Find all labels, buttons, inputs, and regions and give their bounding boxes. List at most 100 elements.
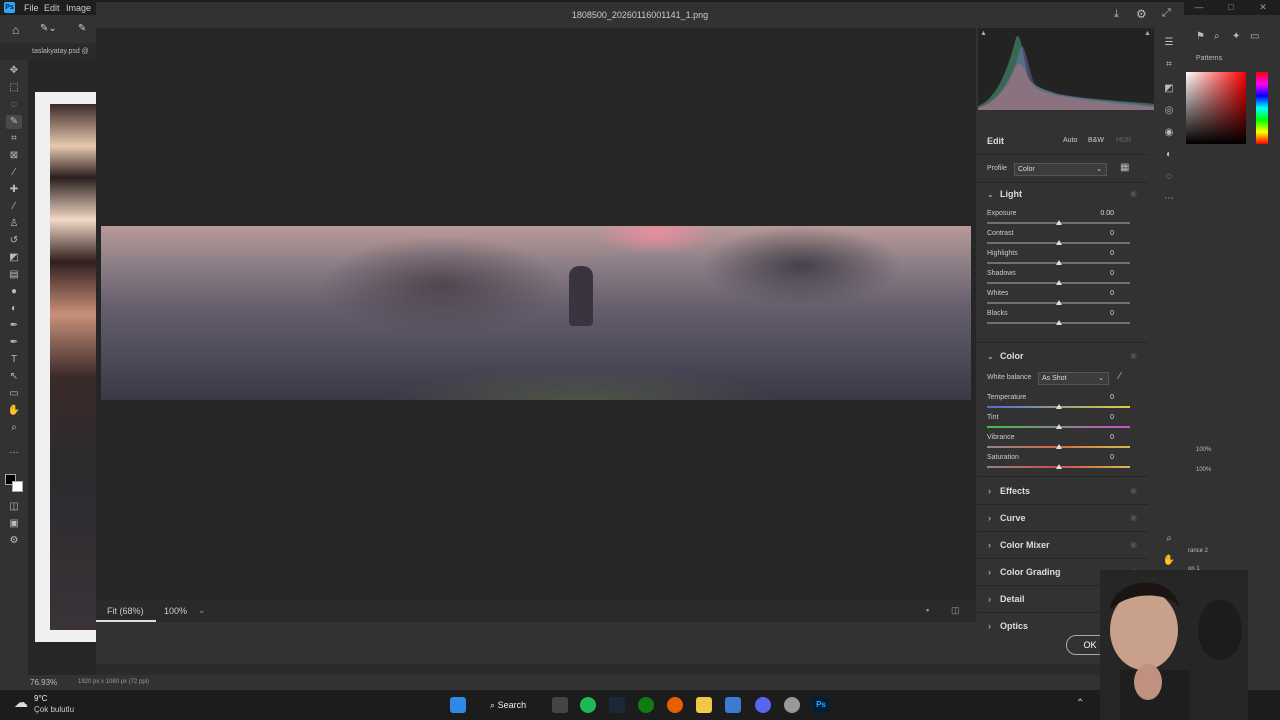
chevron-down-icon[interactable]: ⌄ xyxy=(198,605,206,616)
xbox-icon[interactable] xyxy=(638,697,654,713)
visibility-eye-icon[interactable]: ◉ xyxy=(1130,486,1137,495)
path-select-icon[interactable]: ↖ xyxy=(6,370,22,384)
fill-value[interactable]: 100% xyxy=(1196,467,1211,473)
zoom-icon[interactable]: ⌕ xyxy=(1162,532,1176,546)
search-box[interactable]: ⌕ Search xyxy=(484,696,536,714)
windows-start-icon[interactable] xyxy=(450,697,466,713)
before-after-icon[interactable]: ▪ xyxy=(926,605,929,615)
steam-icon[interactable] xyxy=(609,697,625,713)
settings-gear-icon[interactable]: ⚙ xyxy=(1136,7,1147,21)
chevron-right-icon[interactable]: › xyxy=(988,621,991,631)
contrast-slider-thumb[interactable] xyxy=(1055,240,1062,245)
whites-slider-thumb[interactable] xyxy=(1055,300,1062,305)
brush-tool-icon[interactable]: ⁄ xyxy=(6,200,22,214)
optics-section-title[interactable]: Optics xyxy=(1000,621,1028,631)
more-tools-icon[interactable]: … xyxy=(6,444,22,458)
firefox-icon[interactable] xyxy=(667,697,683,713)
masking-icon[interactable]: ◎ xyxy=(1162,104,1176,118)
hue-slider[interactable] xyxy=(1256,72,1268,144)
eyedropper-tool-icon[interactable]: ⁄ xyxy=(6,166,22,180)
presets-icon[interactable]: ◐ xyxy=(1162,148,1176,162)
weather-icon[interactable]: ☁ xyxy=(14,694,28,711)
brush-icon[interactable]: ✎ xyxy=(78,23,86,34)
quick-mask-icon[interactable]: ◫ xyxy=(6,500,22,514)
zoom-100-button[interactable]: 100% xyxy=(164,606,187,616)
search-icon[interactable]: ⌕ xyxy=(1214,31,1220,42)
blacks-slider-thumb[interactable] xyxy=(1055,320,1062,325)
frame-tool-icon[interactable]: ⊠ xyxy=(6,149,22,163)
menu-edit[interactable]: Edit xyxy=(44,3,60,13)
profile-dropdown[interactable]: Color ⌄ xyxy=(1014,163,1107,176)
tray-chevron-up-icon[interactable]: ⌃ xyxy=(1076,698,1084,709)
fit-zoom-button[interactable]: Fit (68%) xyxy=(107,606,144,616)
compare-view-icon[interactable]: ◫ xyxy=(951,605,960,616)
weather-temp[interactable]: 9°C xyxy=(34,694,47,703)
chevron-right-icon[interactable]: › xyxy=(988,486,991,496)
image-preview-area[interactable] xyxy=(96,28,976,600)
shadow-clip-icon[interactable]: ▲ xyxy=(980,30,987,37)
minimize-icon[interactable]: — xyxy=(1188,2,1210,13)
menu-file[interactable]: File xyxy=(24,3,39,13)
quick-select-tool-icon[interactable]: ✎ xyxy=(6,115,22,129)
zoom-tool-icon[interactable]: ⌕ xyxy=(6,421,22,435)
brush-preset-icon[interactable]: ✎⌄ xyxy=(40,23,57,34)
fullscreen-icon[interactable]: ⤢ xyxy=(1162,7,1171,20)
blur-tool-icon[interactable]: ● xyxy=(6,285,22,299)
visibility-eye-icon[interactable]: ◉ xyxy=(1130,351,1137,360)
vibrance-slider-thumb[interactable] xyxy=(1055,444,1062,449)
temperature-slider-thumb[interactable] xyxy=(1055,404,1062,409)
crop-icon[interactable]: ⌗ xyxy=(1162,58,1176,72)
lasso-tool-icon[interactable]: ◌ xyxy=(6,98,22,112)
highlights-value[interactable]: 0 xyxy=(1084,250,1114,257)
profile-browser-icon[interactable]: ▦ xyxy=(1120,162,1129,173)
maximize-icon[interactable]: □ xyxy=(1220,2,1242,13)
screen-mode-icon[interactable]: ▣ xyxy=(6,517,22,531)
color-section-title[interactable]: Color xyxy=(1000,351,1024,361)
tint-value[interactable]: 0 xyxy=(1084,414,1114,421)
temperature-value[interactable]: 0 xyxy=(1084,394,1114,401)
edit-sliders-icon[interactable]: ☰ xyxy=(1162,36,1176,50)
rectangle-tool-icon[interactable]: ▭ xyxy=(6,387,22,401)
chevron-right-icon[interactable]: › xyxy=(988,540,991,550)
more-options-icon[interactable]: ⋯ xyxy=(1162,192,1176,206)
dodge-tool-icon[interactable]: ◐ xyxy=(6,302,22,316)
shadows-value[interactable]: 0 xyxy=(1084,270,1114,277)
share-icon[interactable]: ⚙ xyxy=(6,534,22,548)
bw-button[interactable]: B&W xyxy=(1088,137,1104,144)
hand-tool-icon[interactable]: ✋ xyxy=(6,404,22,418)
close-icon[interactable]: ✕ xyxy=(1252,2,1274,13)
task-view-icon[interactable] xyxy=(552,697,568,713)
lightbulb-icon[interactable]: ✦ xyxy=(1232,31,1240,42)
eraser-icon[interactable]: ◩ xyxy=(1162,82,1176,96)
red-eye-icon[interactable]: ◉ xyxy=(1162,126,1176,140)
visibility-eye-icon[interactable]: ◉ xyxy=(1130,540,1137,549)
tint-slider-thumb[interactable] xyxy=(1055,424,1062,429)
gradient-tool-icon[interactable]: ▤ xyxy=(6,268,22,282)
crop-tool-icon[interactable]: ⌗ xyxy=(6,132,22,146)
eyedropper-icon[interactable]: ⁄ xyxy=(1119,371,1121,382)
layer-name[interactable]: rance 2 xyxy=(1188,548,1208,554)
auto-button[interactable]: Auto xyxy=(1063,137,1077,144)
saturation-slider-thumb[interactable] xyxy=(1055,464,1062,469)
ps-document-tab[interactable]: taslakyatay.psd @ xyxy=(32,44,96,60)
visibility-eye-icon[interactable]: ◉ xyxy=(1130,189,1137,198)
store-icon[interactable] xyxy=(725,697,741,713)
shadows-slider-thumb[interactable] xyxy=(1055,280,1062,285)
curve-section-title[interactable]: Curve xyxy=(1000,513,1026,523)
workspace-icon[interactable]: ▭ xyxy=(1250,31,1259,42)
hdr-button[interactable]: HDR xyxy=(1116,137,1131,144)
stamp-tool-icon[interactable]: ♙ xyxy=(6,217,22,231)
whites-value[interactable]: 0 xyxy=(1084,290,1114,297)
background-color-swatch[interactable] xyxy=(12,481,23,492)
eraser-tool-icon[interactable]: ◩ xyxy=(6,251,22,265)
chevron-right-icon[interactable]: › xyxy=(988,567,991,577)
chevron-down-icon[interactable]: ⌄ xyxy=(987,352,994,361)
healing-tool-icon[interactable]: ✚ xyxy=(6,183,22,197)
chevron-right-icon[interactable]: › xyxy=(988,594,991,604)
zoom-level[interactable]: 76.93% xyxy=(30,678,57,687)
weather-desc[interactable]: Çok bulutlu xyxy=(34,705,74,714)
hand-icon[interactable]: ✋ xyxy=(1162,554,1176,568)
visibility-eye-icon[interactable]: ◉ xyxy=(1130,513,1137,522)
menu-image[interactable]: Image xyxy=(66,3,91,13)
file-explorer-icon[interactable] xyxy=(696,697,712,713)
